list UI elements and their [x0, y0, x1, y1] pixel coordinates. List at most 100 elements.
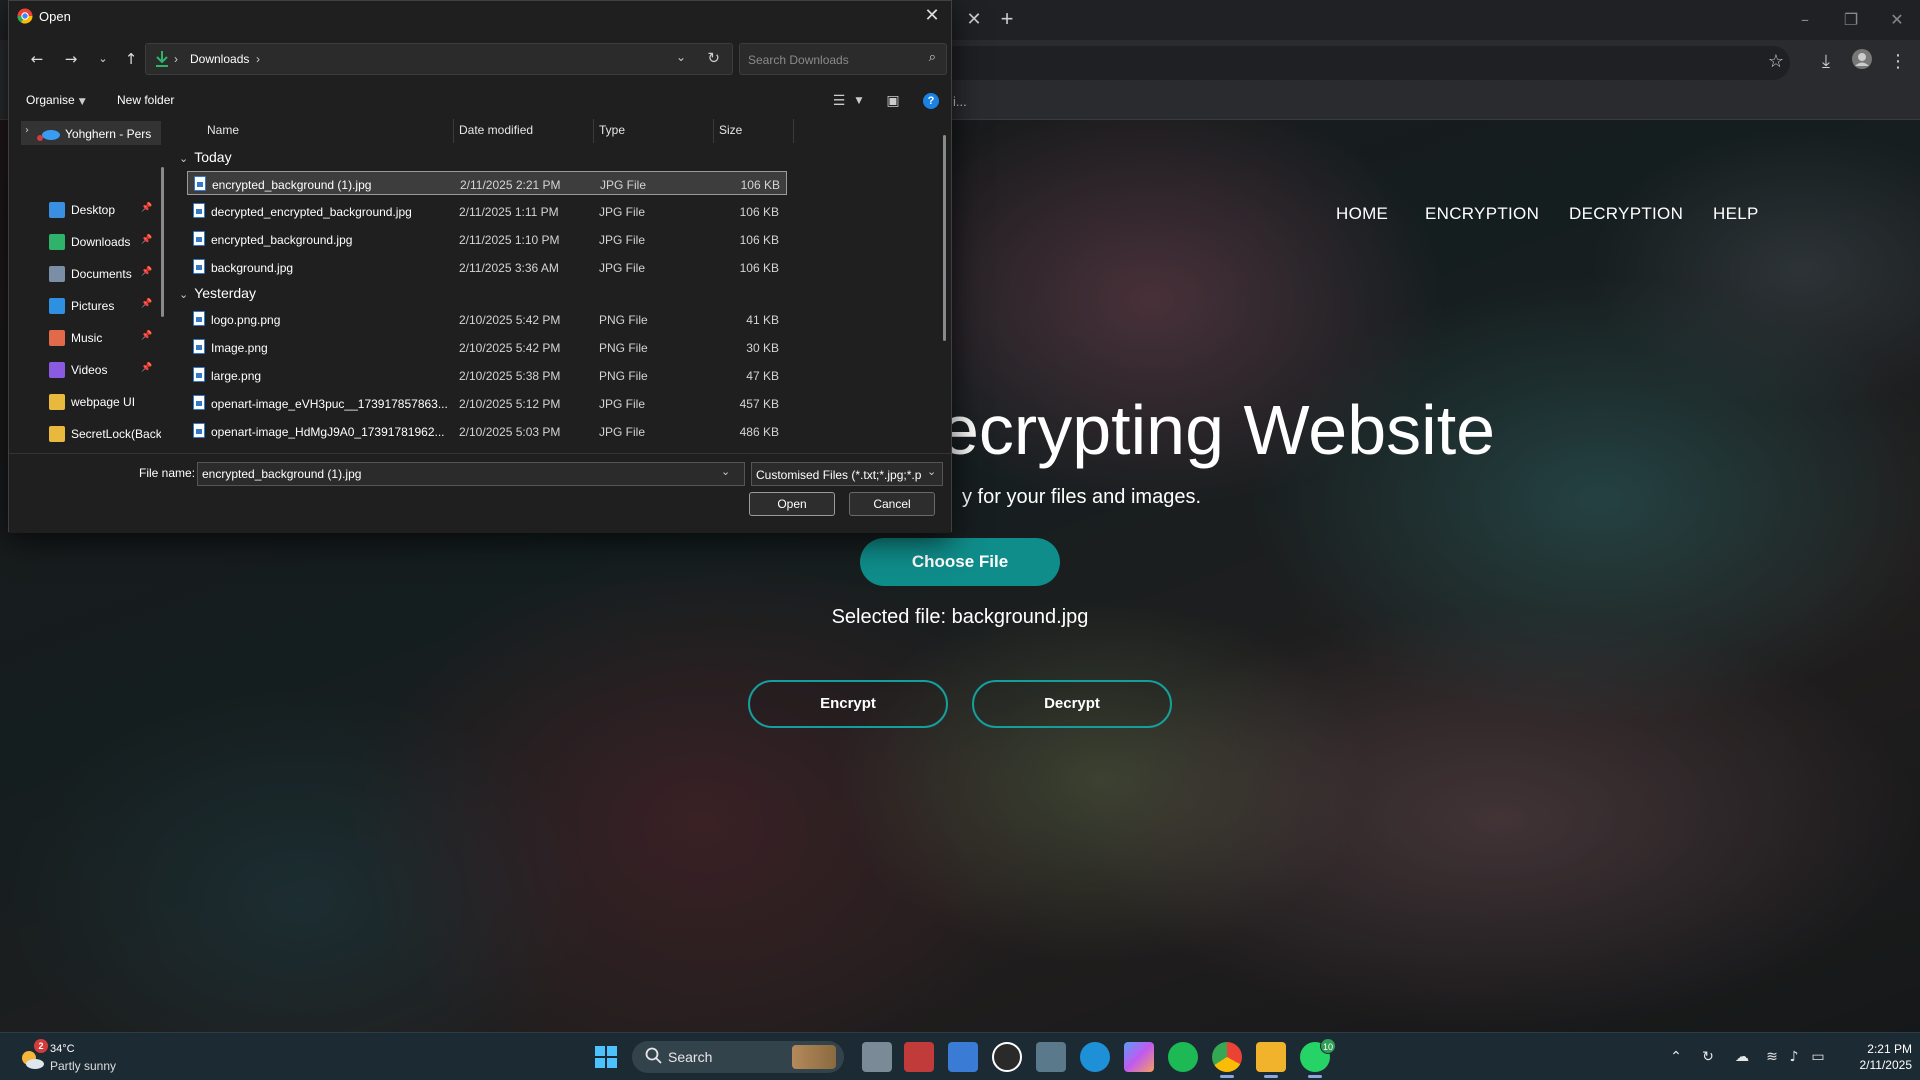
nav-item[interactable]: webpage UI	[15, 391, 155, 413]
refresh-icon[interactable]: ↻	[707, 49, 720, 67]
nav-help[interactable]: HELP	[1713, 204, 1759, 224]
column-divider[interactable]	[793, 119, 794, 143]
xbox-icon[interactable]	[992, 1042, 1022, 1072]
view-options-icon[interactable]: ☰	[829, 91, 849, 111]
nav-decryption[interactable]: DECRYPTION	[1569, 204, 1683, 224]
nav-item[interactable]: SecretLock(Back	[15, 423, 161, 445]
forward-arrow-icon[interactable]: →	[59, 47, 83, 71]
breadcrumb-separator[interactable]: ›	[174, 52, 178, 66]
column-header-size[interactable]: Size	[719, 123, 742, 137]
clock[interactable]: 2:21 PM 2/11/2025	[1840, 1041, 1913, 1073]
file-row[interactable]: encrypted_background.jpg 2/11/2025 1:10 P…	[187, 227, 787, 251]
file-size: 47 KB	[746, 369, 779, 383]
help-icon[interactable]: ?	[923, 93, 939, 109]
chevron-right-icon[interactable]: ›	[25, 125, 29, 136]
group-header[interactable]: ⌄ Yesterday	[179, 285, 256, 301]
file-row[interactable]: logo.png.png 2/10/2025 5:42 PM PNG File 41 …	[187, 307, 787, 331]
nav-home[interactable]: HOME	[1336, 204, 1388, 224]
task-view-icon[interactable]	[862, 1042, 892, 1072]
new-tab-button[interactable]: +	[994, 7, 1020, 33]
spotify-icon[interactable]	[1168, 1042, 1198, 1072]
navpane-scrollbar[interactable]	[161, 167, 164, 317]
new-folder-button[interactable]: New folder	[117, 93, 174, 107]
weather-widget[interactable]: 2 34°C Partly sunny	[18, 1039, 158, 1075]
file-row[interactable]: openart-image_eVH3puc__173917857863... 2/…	[187, 391, 787, 415]
column-divider[interactable]	[453, 119, 454, 143]
dialog-search-box[interactable]: Search Downloads ⌕	[739, 43, 947, 75]
address-dropdown-icon[interactable]: ⌄	[676, 50, 686, 64]
file-row[interactable]: openart-image_HdMgJ9A0_17391781962... 2/1…	[187, 419, 787, 443]
file-row[interactable]: encrypted_background (1).jpg 2/11/2025 2:…	[187, 171, 787, 195]
recent-locations-chevron-icon[interactable]: ⌄	[91, 47, 115, 71]
column-divider[interactable]	[593, 119, 594, 143]
file-row[interactable]: decrypted_encrypted_background.jpg 2/11/2…	[187, 199, 787, 223]
cancel-button[interactable]: Cancel	[849, 492, 935, 516]
nav-item[interactable]: Downloads 📌	[15, 231, 155, 253]
app-icon[interactable]	[904, 1042, 934, 1072]
file-list-scrollbar[interactable]	[943, 135, 946, 341]
filter-dropdown-icon[interactable]: ⌄	[927, 465, 936, 478]
tray-chevron-up-icon[interactable]: ⌃	[1666, 1047, 1686, 1067]
nav-encryption[interactable]: ENCRYPTION	[1425, 204, 1539, 224]
nav-item[interactable]: Desktop 📌	[15, 199, 155, 221]
browser-menu-icon[interactable]: ⋮	[1884, 48, 1912, 76]
back-arrow-icon[interactable]: ←	[25, 47, 49, 71]
column-header-type[interactable]: Type	[599, 123, 625, 137]
onedrive-label: Yohghern - Pers	[65, 127, 152, 141]
tab-close-icon[interactable]: ✕	[962, 8, 986, 32]
file-name-dropdown-icon[interactable]: ⌄	[721, 465, 730, 478]
battery-icon[interactable]: ▭	[1808, 1047, 1828, 1067]
clock-date: 2/11/2025	[1859, 1058, 1913, 1072]
edge-icon[interactable]	[1080, 1042, 1110, 1072]
file-name: openart-image_HdMgJ9A0_17391781962...	[211, 425, 445, 439]
volume-icon[interactable]: ♪	[1784, 1047, 1804, 1067]
column-header-name[interactable]: Name	[207, 123, 239, 137]
start-button[interactable]	[594, 1045, 618, 1069]
downloads-icon[interactable]: ⤓	[1812, 48, 1840, 76]
chrome-icon[interactable]	[1212, 1042, 1242, 1078]
file-manager-icon[interactable]	[1036, 1042, 1066, 1072]
taskbar-search[interactable]: Search	[632, 1041, 844, 1073]
restore-icon[interactable]: ❐	[1836, 6, 1866, 34]
close-window-icon[interactable]: ✕	[1882, 6, 1912, 34]
view-options-chevron-icon[interactable]: ▼	[849, 91, 869, 111]
dialog-titlebar: Open ✕	[9, 1, 951, 31]
nav-item[interactable]: Music 📌	[15, 327, 155, 349]
decrypt-button[interactable]: Decrypt	[972, 680, 1172, 728]
store-icon[interactable]	[948, 1042, 978, 1072]
copilot-icon[interactable]	[1124, 1042, 1154, 1072]
nav-item[interactable]: Documents 📌	[15, 263, 155, 285]
breadcrumb-downloads[interactable]: Downloads	[190, 52, 249, 66]
address-bar[interactable]	[940, 46, 1790, 80]
nav-item-onedrive[interactable]: › Yohghern - Pers	[21, 121, 161, 145]
nav-item[interactable]: Pictures 📌	[15, 295, 155, 317]
sync-icon[interactable]: ↻	[1698, 1047, 1718, 1067]
nav-item[interactable]: Videos 📌	[15, 359, 155, 381]
bookmark-item[interactable]: i...	[953, 94, 967, 109]
choose-file-button[interactable]: Choose File	[860, 538, 1060, 586]
file-explorer-icon[interactable]	[1256, 1042, 1286, 1078]
group-header[interactable]: ⌄ Today	[179, 149, 232, 165]
onedrive-tray-icon[interactable]: ☁	[1732, 1047, 1752, 1067]
column-header-date[interactable]: Date modified	[459, 123, 533, 137]
encrypt-button[interactable]: Encrypt	[748, 680, 948, 728]
minimize-icon[interactable]: –	[1790, 6, 1820, 34]
file-type-filter[interactable]: Customised Files (*.txt;*.jpg;*.p	[751, 462, 943, 486]
bookmark-star-icon[interactable]: ☆	[1762, 48, 1790, 76]
dialog-address-bar[interactable]: › Downloads › ⌄ ↻	[145, 43, 733, 75]
file-row[interactable]: large.png 2/10/2025 5:38 PM PNG File 47 KB	[187, 363, 787, 387]
up-arrow-icon[interactable]: ↑	[119, 47, 143, 71]
open-file-dialog: Open ✕ ← → ⌄ ↑ › Downloads › ⌄ ↻ Search …	[8, 0, 952, 533]
file-name-input[interactable]	[197, 462, 745, 486]
whatsapp-icon[interactable]: 10	[1300, 1038, 1336, 1078]
preview-pane-icon[interactable]: ▣	[883, 91, 903, 111]
file-row[interactable]: background.jpg 2/11/2025 3:36 AM JPG File 1…	[187, 255, 787, 279]
wifi-icon[interactable]: ≋	[1762, 1047, 1782, 1067]
dialog-close-icon[interactable]: ✕	[919, 3, 945, 29]
file-row[interactable]: Image.png 2/10/2025 5:42 PM PNG File 30 KB	[187, 335, 787, 359]
organise-menu[interactable]: Organise ▼	[26, 93, 86, 107]
profile-avatar[interactable]	[1848, 48, 1876, 76]
open-button[interactable]: Open	[749, 492, 835, 516]
column-divider[interactable]	[713, 119, 714, 143]
breadcrumb-separator[interactable]: ›	[256, 52, 260, 66]
